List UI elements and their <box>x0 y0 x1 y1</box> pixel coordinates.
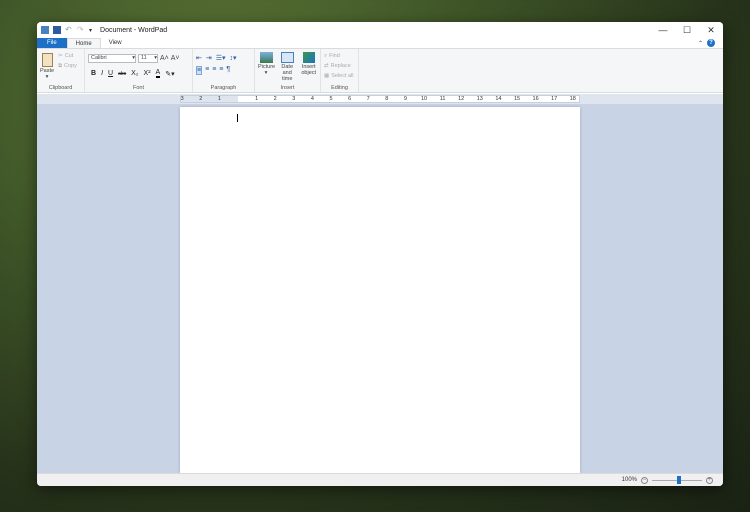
document-area <box>37 104 723 473</box>
collapse-ribbon-button[interactable]: ⌃ <box>698 40 703 47</box>
copy-button[interactable]: ⧉ Copy <box>58 61 77 71</box>
clipboard-label: Clipboard <box>48 85 73 91</box>
ruler-label: 9 <box>403 96 407 102</box>
ruler-label: 4 <box>310 96 314 102</box>
align-center-icon[interactable]: ≡ <box>205 66 209 75</box>
select-all-button[interactable]: ▦ Select all <box>324 71 355 81</box>
maximize-button[interactable]: ☐ <box>675 25 699 36</box>
tab-view[interactable]: View <box>101 38 130 48</box>
ribbon: Paste ▾ ✂ Cut ⧉ Copy Clipboard Calibri ▾ 11 ▾… <box>37 48 723 93</box>
bold-button[interactable]: B <box>91 70 96 77</box>
align-left-icon[interactable]: ≡ <box>196 66 203 75</box>
zoom-out-button[interactable]: − <box>641 476 648 484</box>
ruler-label: 10 <box>420 96 428 102</box>
editing-label: Editing <box>331 85 348 91</box>
ruler-label: 17 <box>551 96 558 102</box>
insert-group: Picture ▾ Date and time Insert object Ins… <box>255 49 321 92</box>
italic-button[interactable]: I <box>101 70 103 77</box>
ruler-label: 1 <box>255 96 259 102</box>
ribbon-tabs: File Home View ⌃? <box>37 38 723 48</box>
zoom-level: 100% <box>621 477 637 483</box>
text-color-button[interactable]: A <box>155 69 161 78</box>
minimize-button[interactable]: — <box>651 25 675 36</box>
font-label: Font <box>132 85 144 91</box>
window-title: Document - WordPad <box>100 26 168 34</box>
clipboard-icon <box>41 53 53 67</box>
subscript-button[interactable]: X₂ <box>131 70 138 77</box>
wordpad-window: ↶ ↷ ▾ Document - WordPad — ☐ ✕ File Home… <box>37 22 723 486</box>
save-icon[interactable] <box>53 26 61 34</box>
ruler[interactable]: 3 2 1 1 2 3 4 5 6 7 8 9 10 11 12 13 14 15 16 17 18 <box>37 94 723 104</box>
ruler-label: 11 <box>439 96 446 102</box>
ruler-label: 12 <box>458 96 465 102</box>
picture-icon <box>259 52 273 63</box>
ruler-label: 16 <box>532 96 539 102</box>
paragraph-settings-icon[interactable]: ¶ <box>226 66 230 75</box>
status-bar: 100% − + <box>37 473 723 486</box>
paragraph-group: ⇤ ⇥ ☰▾ ↕▾ ≡ ≡ ≡ ≡ ¶ Paragraph <box>193 49 255 92</box>
help-icon[interactable]: ? <box>707 39 715 47</box>
ruler-label: 7 <box>366 96 370 102</box>
ruler-label: 2 <box>273 96 277 102</box>
close-button[interactable]: ✕ <box>699 25 723 36</box>
font-group: Calibri ▾ 11 ▾ A˄ A˅ B I U abc X₂ X² A ✎▾ … <box>85 49 193 92</box>
cut-button[interactable]: ✂ Cut <box>58 51 77 61</box>
justify-icon[interactable]: ≡ <box>219 66 223 75</box>
grow-font-button[interactable]: A˄ <box>160 55 169 62</box>
title-bar: ↶ ↷ ▾ Document - WordPad — ☐ ✕ <box>37 22 723 38</box>
replace-button[interactable]: ⇄ Replace <box>324 61 355 71</box>
ruler-label: 6 <box>348 96 352 102</box>
text-caret <box>237 114 238 122</box>
ruler-label: 18 <box>569 96 576 102</box>
increase-indent-icon[interactable]: ⇥ <box>206 54 212 62</box>
paste-button[interactable]: Paste ▾ <box>40 51 54 80</box>
ruler-label: 14 <box>495 96 502 102</box>
tab-home[interactable]: Home <box>66 38 101 48</box>
underline-button[interactable]: U <box>108 70 113 77</box>
bullets-icon[interactable]: ☰▾ <box>216 54 226 62</box>
clipboard-group: Paste ▾ ✂ Cut ⧉ Copy Clipboard <box>37 49 85 92</box>
zoom-slider-thumb[interactable] <box>677 475 681 484</box>
find-icon: ⌕ <box>324 52 328 59</box>
font-family-select[interactable]: Calibri ▾ <box>88 54 136 63</box>
paragraph-label: Paragraph <box>210 85 237 91</box>
customize-quick-access[interactable]: ▾ <box>89 27 92 34</box>
zoom-in-button[interactable]: + <box>706 476 713 484</box>
superscript-button[interactable]: X² <box>144 70 151 77</box>
font-size-select[interactable]: 11 ▾ <box>138 54 158 63</box>
ruler-label: 2 <box>199 96 203 102</box>
ruler-label: 15 <box>513 96 521 102</box>
object-icon <box>302 52 315 63</box>
scissors-icon: ✂ <box>58 53 63 59</box>
strikethrough-button[interactable]: abc <box>118 71 126 77</box>
tab-file[interactable]: File <box>37 38 67 48</box>
highlight-icon[interactable]: ✎▾ <box>165 70 174 78</box>
replace-icon: ⇄ <box>324 63 329 69</box>
insert-label: Insert <box>280 85 295 91</box>
ruler-label: 3 <box>180 96 184 102</box>
ruler-label: 1 <box>217 96 221 102</box>
undo-icon[interactable]: ↶ <box>65 26 73 34</box>
editing-group: ⌕ Find ⇄ Replace ▦ Select all Editing <box>321 49 359 92</box>
ruler-label: 13 <box>476 96 483 102</box>
document-page[interactable] <box>180 107 580 473</box>
align-right-icon[interactable]: ≡ <box>212 66 216 75</box>
calendar-clock-icon <box>280 52 294 63</box>
select-all-icon: ▦ <box>324 73 330 79</box>
zoom-slider[interactable] <box>652 475 702 484</box>
shrink-font-button[interactable]: A˅ <box>171 55 180 62</box>
find-button[interactable]: ⌕ Find <box>324 51 355 61</box>
decrease-indent-icon[interactable]: ⇤ <box>196 54 202 62</box>
ruler-label: 3 <box>292 96 296 102</box>
copy-icon: ⧉ <box>58 62 63 69</box>
wordpad-app-icon[interactable] <box>41 26 49 34</box>
redo-icon[interactable]: ↷ <box>77 26 85 34</box>
line-spacing-icon[interactable]: ↕▾ <box>230 54 237 62</box>
ruler-label: 8 <box>385 96 389 102</box>
ruler-label: 5 <box>329 96 333 102</box>
